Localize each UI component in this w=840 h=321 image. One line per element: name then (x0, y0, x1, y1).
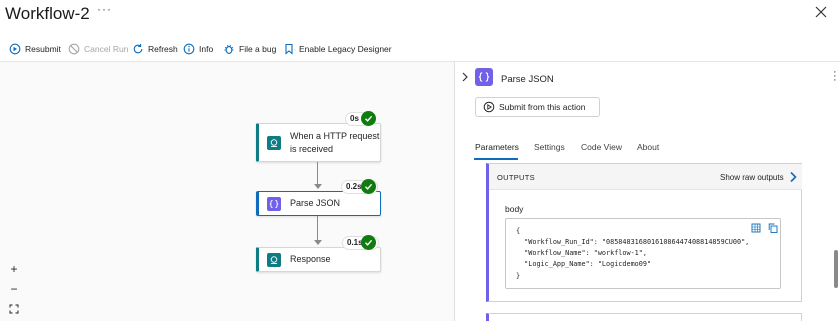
fit-view-icon (9, 304, 19, 314)
json-output-box[interactable]: { "Workflow_Run_Id": "085848316801610864… (505, 218, 781, 289)
tab-code-view[interactable]: Code View (581, 142, 622, 152)
connector-arrow-icon (314, 184, 322, 189)
node-http-request[interactable]: When a HTTP request is received (256, 123, 381, 162)
more-vertical-icon[interactable]: · · · (833, 67, 837, 86)
collapse-panel-chevron-icon[interactable] (461, 72, 469, 82)
info-label: Info (199, 44, 214, 54)
bug-icon (224, 44, 234, 54)
page-title: Workflow-2 (5, 4, 90, 23)
cancel-run-label: Cancel Run (84, 44, 129, 54)
outputs-section: OUTPUTS Show raw outputs body { "Workflo… (486, 163, 802, 302)
legacy-designer-button[interactable]: Enable Legacy Designer (283, 41, 392, 57)
next-section (486, 313, 802, 321)
node-response[interactable]: Response (256, 247, 381, 272)
toolbar: Resubmit Cancel Run Refresh Info File a … (0, 38, 400, 60)
success-check-icon (361, 179, 376, 194)
file-bug-label: File a bug (239, 44, 277, 54)
cancel-icon (68, 43, 80, 55)
chevron-right-icon[interactable] (789, 171, 797, 183)
refresh-label: Refresh (148, 44, 178, 54)
success-check-icon (361, 235, 376, 250)
details-panel: Parse JSON · · · Submit from this action P… (454, 62, 840, 321)
tab-parameters[interactable]: Parameters (475, 142, 519, 152)
tab-about[interactable]: About (637, 142, 659, 152)
tab-settings[interactable]: Settings (534, 142, 565, 152)
node-label: When a HTTP request is received (290, 130, 380, 154)
code-line: "Workflow_Name": "workflow-1", (516, 249, 647, 257)
node-label: Response (290, 254, 331, 264)
body-label: body (505, 204, 524, 214)
code-line: "Workflow_Run_Id": "08584831680161086447… (516, 238, 750, 246)
connector-line (317, 216, 318, 241)
resubmit-button[interactable]: Resubmit (9, 41, 61, 57)
connector-arrow-icon (314, 240, 322, 245)
zoom-out-button[interactable]: − (7, 282, 21, 296)
panel-scrollbar[interactable] (834, 250, 838, 288)
panel-title: Parse JSON (501, 74, 554, 85)
http-request-icon (267, 135, 281, 150)
workflow-canvas[interactable]: When a HTTP request is received 0s Parse… (0, 62, 454, 321)
submit-from-action-label: Submit from this action (499, 102, 586, 112)
code-line: { (516, 227, 521, 235)
refresh-icon (133, 44, 143, 54)
close-icon[interactable] (813, 4, 829, 20)
active-tab-indicator (474, 158, 518, 160)
node-label: Parse JSON (290, 198, 341, 208)
parse-json-icon (475, 68, 493, 86)
parse-json-icon (267, 196, 281, 211)
response-icon (267, 252, 281, 267)
outputs-header: OUTPUTS Show raw outputs (489, 164, 802, 190)
outputs-title: OUTPUTS (497, 173, 535, 182)
connector-line (317, 162, 318, 185)
copy-icon[interactable] (768, 223, 778, 233)
code-line: "Logic_App_Name": "Logicdemo09" (516, 260, 652, 268)
resubmit-icon (9, 43, 21, 55)
show-raw-outputs-link[interactable]: Show raw outputs (720, 173, 784, 182)
code-line: } (516, 272, 521, 280)
resubmit-label: Resubmit (25, 44, 61, 54)
info-button[interactable]: Info (183, 41, 213, 57)
success-check-icon (361, 111, 376, 126)
play-circle-icon (483, 101, 495, 113)
node-parse-json[interactable]: Parse JSON (256, 191, 381, 216)
fit-view-button[interactable] (7, 302, 21, 316)
legacy-designer-label: Enable Legacy Designer (299, 44, 392, 54)
refresh-button[interactable]: Refresh (132, 41, 178, 57)
file-bug-button[interactable]: File a bug (223, 41, 276, 57)
bookmark-icon (285, 43, 293, 55)
more-options-icon[interactable]: ··· (97, 2, 112, 16)
cancel-run-button[interactable]: Cancel Run (68, 41, 128, 57)
info-icon (183, 43, 195, 55)
zoom-in-button[interactable]: + (7, 262, 21, 276)
title-bar: Workflow-2 ··· (0, 0, 840, 30)
submit-from-action-button[interactable]: Submit from this action (475, 97, 600, 117)
table-view-icon[interactable] (751, 223, 761, 233)
